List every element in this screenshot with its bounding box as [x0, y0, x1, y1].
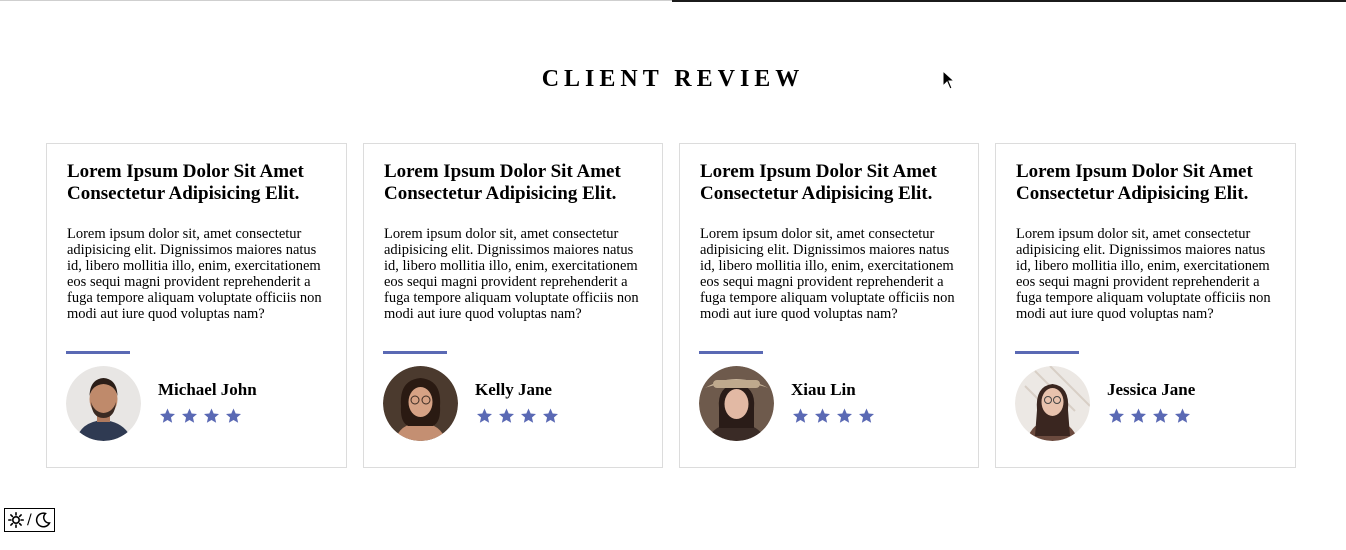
- review-heading: Lorem Ipsum Dolor Sit Amet Consectetur A…: [384, 161, 621, 204]
- star-icon: [1153, 408, 1168, 423]
- avatar: [383, 366, 458, 441]
- avatar: [699, 366, 774, 441]
- theme-toggle-separator: /: [27, 512, 32, 528]
- star-icon: [160, 408, 175, 423]
- section-title: CLIENT REVIEW: [541, 66, 805, 92]
- review-heading: Lorem Ipsum Dolor Sit Amet Consectetur A…: [1016, 161, 1253, 204]
- reviewer-name: Jessica Jane: [1107, 380, 1196, 399]
- top-border-dark: [672, 0, 1346, 2]
- star-rating: [158, 407, 257, 425]
- star-icon: [499, 408, 514, 423]
- star-icon: [521, 408, 536, 423]
- star-icon: [226, 408, 241, 423]
- sun-icon: [8, 512, 24, 528]
- star-icon: [837, 408, 852, 423]
- review-text: Lorem ipsum dolor sit, amet consectetur …: [1016, 226, 1271, 322]
- reviewer: Jessica Jane: [1015, 366, 1195, 441]
- star-rating: [475, 407, 560, 425]
- accent-divider: [1015, 351, 1079, 354]
- accent-divider: [383, 351, 447, 354]
- mouse-cursor-icon: [942, 70, 956, 90]
- star-icon: [543, 408, 558, 423]
- reviewer: Xiau Lin: [699, 366, 876, 441]
- reviewer-name: Kelly Jane: [475, 380, 552, 399]
- star-rating: [1107, 407, 1195, 425]
- star-icon: [793, 408, 808, 423]
- star-icon: [1109, 408, 1124, 423]
- review-text: Lorem ipsum dolor sit, amet consectetur …: [384, 226, 639, 322]
- avatar: [1015, 366, 1090, 441]
- review-card: Lorem Ipsum Dolor Sit Amet Consectetur A…: [46, 143, 347, 468]
- accent-divider: [66, 351, 130, 354]
- reviewer: Kelly Jane: [383, 366, 560, 441]
- review-card: Lorem Ipsum Dolor Sit Amet Consectetur A…: [995, 143, 1296, 468]
- theme-toggle-button[interactable]: /: [4, 508, 55, 532]
- star-icon: [1131, 408, 1146, 423]
- review-cards: Lorem Ipsum Dolor Sit Amet Consectetur A…: [46, 143, 1296, 468]
- star-icon: [815, 408, 830, 423]
- review-text: Lorem ipsum dolor sit, amet consectetur …: [700, 226, 955, 322]
- review-text: Lorem ipsum dolor sit, amet consectetur …: [67, 226, 322, 322]
- avatar: [66, 366, 141, 441]
- moon-icon: [35, 512, 51, 528]
- top-border-light: [0, 0, 672, 1]
- star-icon: [859, 408, 874, 423]
- review-card: Lorem Ipsum Dolor Sit Amet Consectetur A…: [363, 143, 663, 468]
- accent-divider: [699, 351, 763, 354]
- star-icon: [204, 408, 219, 423]
- star-icon: [477, 408, 492, 423]
- reviewer: Michael John: [66, 366, 257, 441]
- reviewer-name: Michael John: [158, 380, 257, 399]
- star-rating: [791, 407, 876, 425]
- reviewer-name: Xiau Lin: [791, 380, 856, 399]
- review-heading: Lorem Ipsum Dolor Sit Amet Consectetur A…: [67, 161, 304, 204]
- star-icon: [1175, 408, 1190, 423]
- star-icon: [182, 408, 197, 423]
- review-heading: Lorem Ipsum Dolor Sit Amet Consectetur A…: [700, 161, 937, 204]
- review-card: Lorem Ipsum Dolor Sit Amet Consectetur A…: [679, 143, 979, 468]
